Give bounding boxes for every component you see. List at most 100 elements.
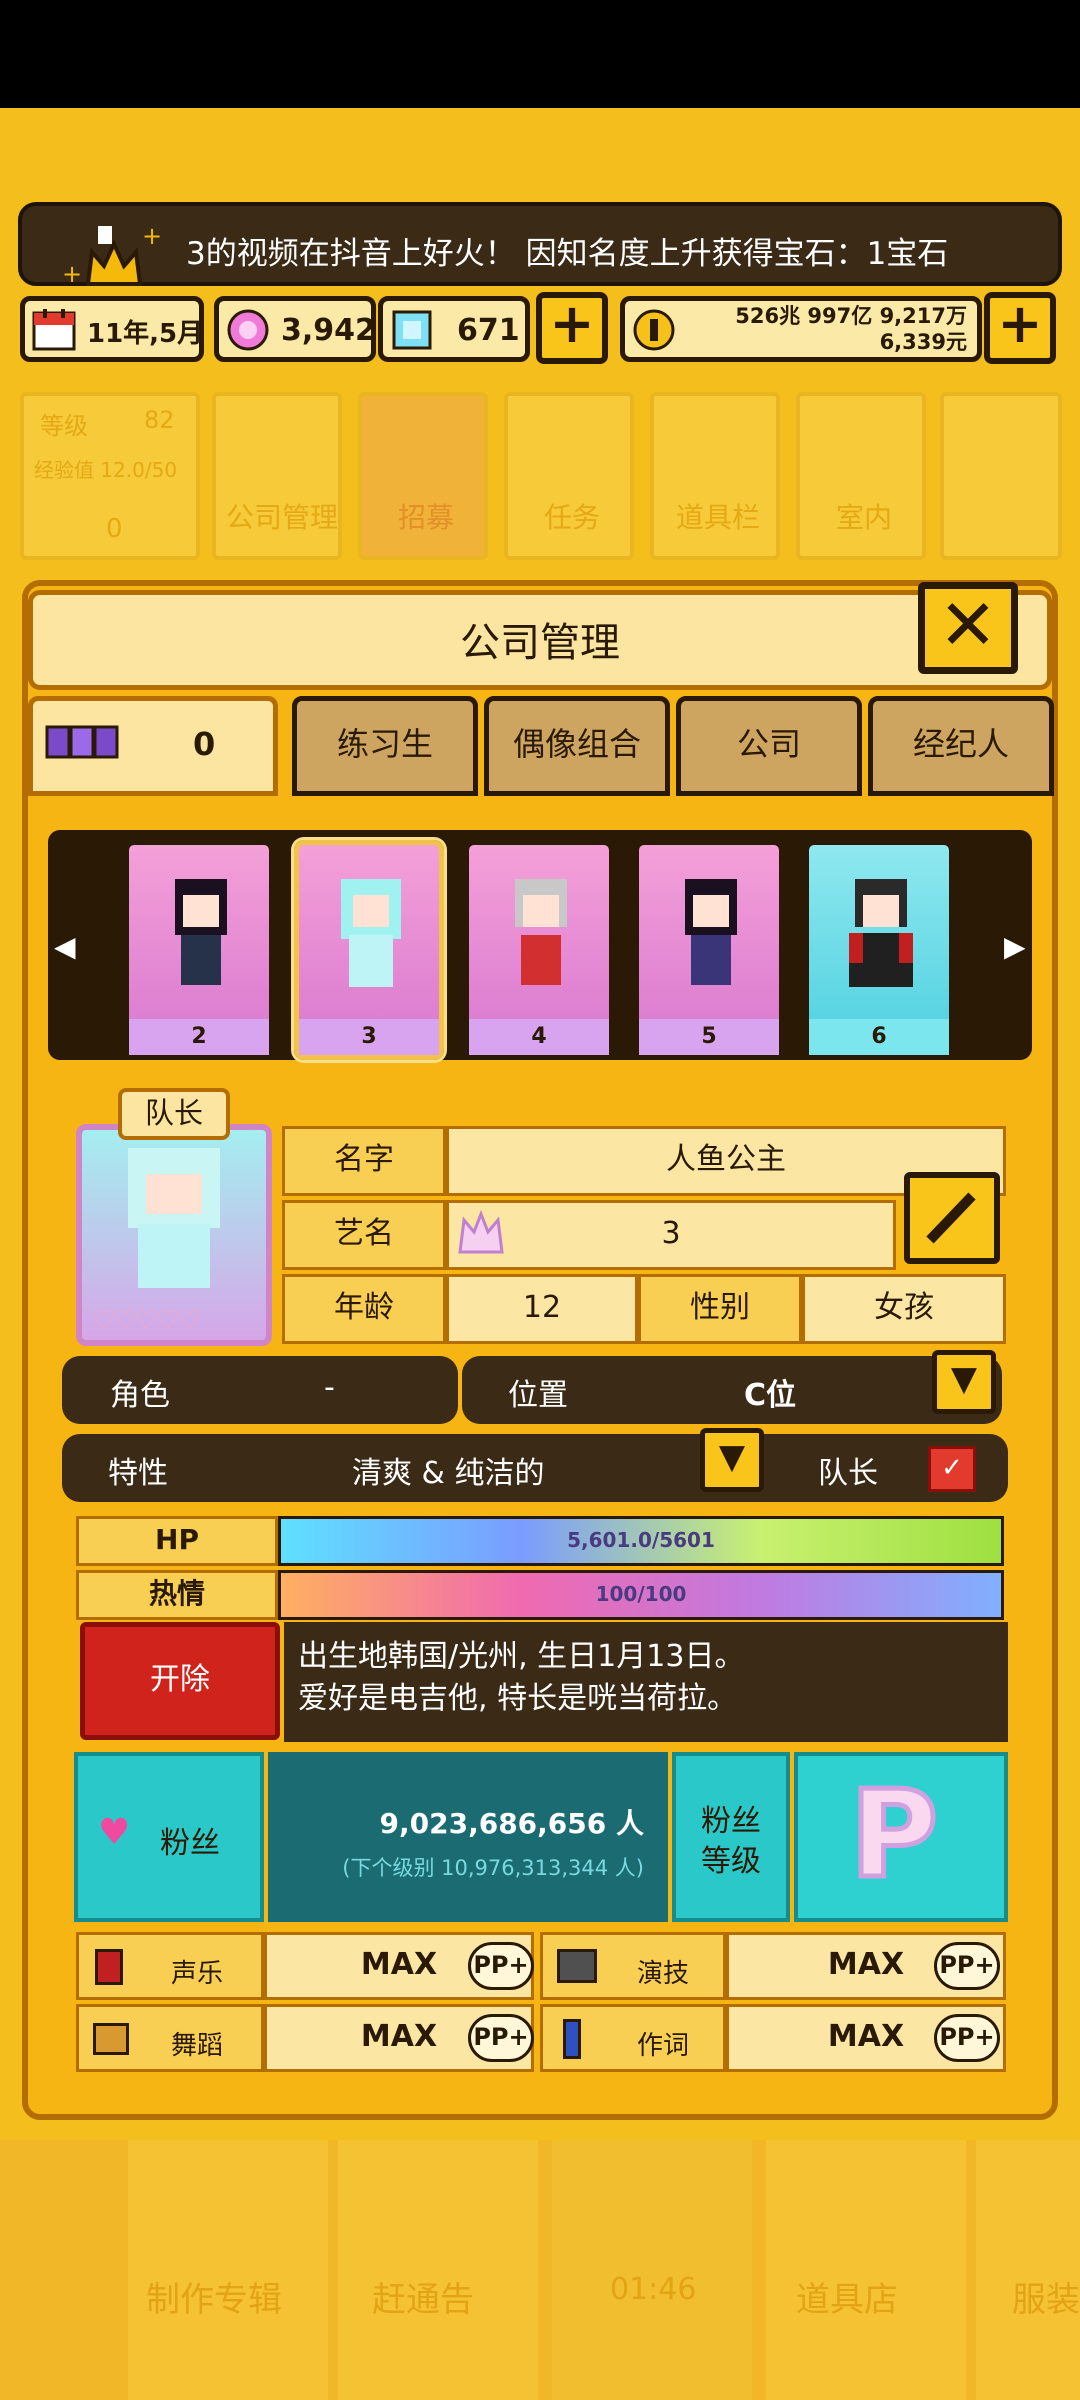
level-box: 等级 82 经验值 12.0/50 0 — [20, 392, 200, 560]
card-number: 5 — [639, 1019, 779, 1055]
close-button[interactable]: ✕ — [918, 582, 1018, 674]
fire-button[interactable]: 开除 — [80, 1622, 280, 1740]
level-label: 等级 — [40, 412, 88, 440]
lyrics-pp-button[interactable]: PP+ — [934, 2014, 1000, 2062]
nav-inventory[interactable]: 道具栏 — [650, 392, 780, 560]
crown-icon: + + — [62, 222, 162, 288]
heart-rating-icon: ♡♡♡♡♡ — [92, 1306, 201, 1336]
nav-interior-label: 室内 — [836, 501, 893, 534]
passion-bar: 100/100 — [278, 1570, 1004, 1620]
fans-label-box: ♥ 粉丝 — [74, 1752, 264, 1922]
skill-acting-name: 演技 — [637, 1959, 690, 1989]
money-line-1: 526兆 997亿 9,217万 — [735, 304, 967, 328]
nav-produce-album-label: 制作专辑 — [146, 2280, 282, 2320]
exp-label: 经验值 12.0/50 — [34, 458, 178, 482]
add-money-button[interactable]: + — [984, 292, 1056, 364]
character-card[interactable]: 5 — [634, 840, 784, 1060]
nav-tasks-label: 任务 — [544, 501, 601, 534]
trait-value: 清爽 & 纯洁的 — [352, 1456, 545, 1491]
fan-level-letter: P — [848, 1764, 941, 1908]
pencil-icon — [926, 1192, 976, 1244]
acting-pp-button[interactable]: PP+ — [934, 1942, 1000, 1990]
character-card-selected[interactable]: 3 — [294, 840, 444, 1060]
leader-label: 队长 — [818, 1456, 878, 1491]
date-text: 11年,5月 — [87, 319, 204, 349]
position-dropdown-button[interactable]: ▼ — [932, 1350, 996, 1414]
nav-interior[interactable]: 室内 — [796, 392, 926, 560]
skill-lyrics-label: 作词 — [540, 2004, 726, 2072]
character-card[interactable]: 4 — [464, 840, 614, 1060]
idol-sprite-icon — [175, 879, 227, 985]
nav-costume[interactable]: 服装 — [976, 2140, 1080, 2400]
exp-value: 0 — [106, 514, 123, 544]
nav-produce-album[interactable]: 制作专辑 — [128, 2140, 328, 2400]
idol-sprite-icon — [849, 879, 913, 987]
blue-gem-value: 671 — [457, 313, 520, 348]
character-card[interactable]: 6 — [804, 840, 954, 1060]
status-bar-area — [0, 0, 1080, 108]
nav-item-shop-label: 道具店 — [796, 2280, 898, 2320]
nav-inventory-label: 道具栏 — [676, 501, 761, 534]
money-counter: 526兆 997亿 9,217万 6,339元 — [620, 296, 982, 362]
pink-gem-icon — [227, 309, 269, 351]
date-display: 11年,5月 — [20, 296, 204, 362]
idol-sprite-icon — [341, 879, 401, 987]
coin-icon — [633, 309, 675, 351]
dance-pp-button[interactable]: PP+ — [468, 2014, 534, 2062]
skill-dance-label: 舞蹈 — [76, 2004, 264, 2072]
nav-mail[interactable] — [940, 392, 1062, 560]
fan-level-label-1: 粉丝 — [701, 1804, 761, 1839]
hp-value: 5,601.0/5601 — [567, 1528, 715, 1552]
position-label: 位置 — [508, 1378, 568, 1413]
nav-schedule[interactable]: 赶通告 — [338, 2140, 538, 2400]
heart-icon: ♥ — [98, 1812, 131, 1853]
card-number: 2 — [129, 1019, 269, 1055]
bio-line-2: 爱好是电吉他, 特长是咣当荷拉。 — [298, 1681, 738, 1716]
pink-gem-counter: 3,942 — [214, 296, 376, 362]
idol-sprite-icon — [515, 879, 567, 985]
scroll-right-icon[interactable]: ▶ — [1004, 930, 1026, 963]
vocal-pp-button[interactable]: PP+ — [468, 1942, 534, 1990]
skill-vocal-name: 声乐 — [171, 1959, 224, 1989]
level-value: 82 — [144, 406, 175, 434]
trait-dropdown-button[interactable]: ▼ — [700, 1428, 764, 1492]
nav-timer[interactable]: 01:46 — [552, 2140, 752, 2400]
nav-recruit[interactable]: 招募 — [358, 392, 488, 560]
tab-company[interactable]: 公司 — [676, 696, 862, 796]
blue-gem-counter: 671 — [378, 296, 530, 362]
tab-idol-group[interactable]: 偶像组合 — [484, 696, 670, 796]
leader-checkbox[interactable]: ✓ — [928, 1446, 976, 1492]
hp-label: HP — [76, 1516, 278, 1566]
fans-next-level: (下个级别 10,976,313,344 人) — [342, 1856, 644, 1880]
age-value: 12 — [446, 1274, 638, 1344]
hp-bar: 5,601.0/5601 — [278, 1516, 1004, 1566]
fans-count-box: 9,023,686,656 人 (下个级别 10,976,313,344 人) — [268, 1752, 668, 1922]
fans-label: 粉丝 — [160, 1826, 220, 1861]
card-number: 6 — [809, 1019, 949, 1055]
tab-group-count[interactable]: 0 — [28, 696, 278, 796]
role-row: 角色 - — [62, 1356, 458, 1424]
scroll-left-icon[interactable]: ◀ — [54, 930, 76, 963]
nav-schedule-label: 赶通告 — [372, 2280, 474, 2320]
shoe-icon — [93, 2023, 129, 2055]
nav-item-shop[interactable]: 道具店 — [766, 2140, 966, 2400]
skill-acting-label: 演技 — [540, 1932, 726, 2000]
tab-manager[interactable]: 经纪人 — [868, 696, 1054, 796]
role-value: - — [324, 1370, 335, 1405]
pink-gem-value: 3,942 — [281, 313, 376, 348]
tab-trainee[interactable]: 练习生 — [292, 696, 478, 796]
idol-portrait: ♡♡♡♡♡ — [76, 1124, 272, 1346]
nav-tasks[interactable]: 任务 — [504, 392, 634, 560]
timer-label: 01:46 — [610, 2272, 697, 2307]
position-row: 位置 C位 — [462, 1356, 1002, 1424]
leader-tag: 队长 — [118, 1088, 230, 1140]
character-card[interactable]: 2 — [124, 840, 274, 1060]
nav-recruit-label: 招募 — [398, 501, 455, 534]
fans-count: 9,023,686,656 人 — [379, 1807, 644, 1840]
card-number: 4 — [469, 1019, 609, 1055]
add-gems-button[interactable]: + — [536, 292, 608, 364]
edit-name-button[interactable] — [904, 1172, 1000, 1264]
card-number: 3 — [299, 1019, 439, 1055]
idol-sprite-icon — [685, 879, 737, 985]
nav-company[interactable]: 公司管理 — [212, 392, 342, 560]
